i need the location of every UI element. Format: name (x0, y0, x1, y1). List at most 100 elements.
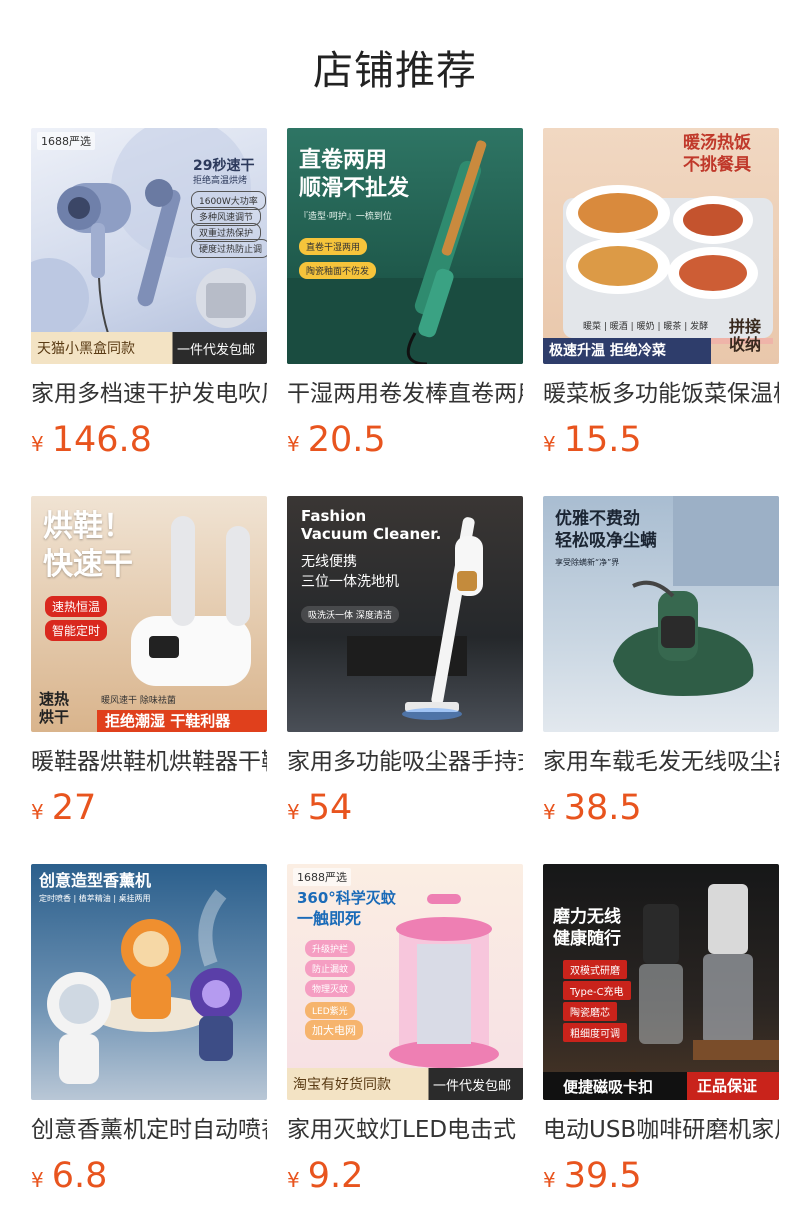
product-name[interactable]: 暖菜板多功能饭菜保温板 (543, 378, 779, 410)
product-card[interactable]: 暖汤热饭 不挑餐具 暖菜 | 暖酒 | 暖奶 | 暖茶 | 发酵 极速升温 拒绝… (543, 128, 779, 496)
currency-symbol: ¥ (543, 1168, 556, 1192)
footer-right: 一件代发包邮 (433, 1078, 512, 1094)
feature-chip: 直卷干湿两用 (299, 238, 368, 255)
feature-chip: Type-C充电 (563, 981, 631, 1000)
headline-2: Vacuum Cleaner. (301, 525, 442, 543)
feature-chip: 暖菜 (583, 322, 602, 332)
footer-right: 正品保证 (687, 1072, 779, 1100)
price-value: 146.8 (51, 420, 152, 460)
headline-2: 不挑餐具 (683, 155, 751, 175)
product-card[interactable]: 1688严选 360°科学灭蚊 一触即死 升级护栏 防止漏蚊 物理灭蚊 LED紫… (287, 864, 523, 1232)
headline: 优雅不费劲 (555, 509, 640, 529)
product-image[interactable]: Fashion Vacuum Cleaner. 无线便携 三位一体洗地机 吸洗沃… (287, 496, 523, 732)
feature-chip: 吸洗沃一体 深度清洁 (301, 606, 399, 623)
product-image[interactable]: 1688严选 29秒速干 拒绝高温烘烤 1600W大功率 多种风速调节 双重过热… (31, 128, 267, 364)
product-card[interactable]: Fashion Vacuum Cleaner. 无线便携 三位一体洗地机 吸洗沃… (287, 496, 523, 864)
footer-left: 便捷磁吸卡扣 (563, 1077, 654, 1096)
feature-chip: 暖奶 (636, 322, 655, 332)
headline-2: 顺滑不扯发 (299, 176, 410, 201)
image-footer-bar: 便捷磁吸卡扣 正品保证 (543, 1072, 779, 1100)
currency-symbol: ¥ (543, 432, 556, 456)
headline-2: 快速干 (43, 547, 133, 582)
product-grid: 1688严选 29秒速干 拒绝高温烘烤 1600W大功率 多种风速调节 双重过热… (31, 128, 779, 1232)
footer-left: 天猫小黑盒同款 (37, 341, 135, 357)
currency-symbol: ¥ (31, 1168, 44, 1192)
product-image[interactable]: 直卷两用 顺滑不扯发 『造型·呵护』一梳到位 直卷干湿两用 陶瓷釉面不伤发 (287, 128, 523, 364)
feature-chip: 速热恒温 (45, 596, 108, 617)
product-image[interactable]: 烘鞋！ 快速干 速热恒温 智能定时 速热烘干 暖风速干 除味祛菌 拒绝潮湿 干鞋… (31, 496, 267, 732)
product-name[interactable]: 电动USB咖啡研磨机家用 (543, 1114, 779, 1146)
product-name[interactable]: 干湿两用卷发棒直卷两用 (287, 378, 523, 410)
footer-left: 速热烘干 (39, 690, 70, 726)
price-value: 20.5 (307, 420, 386, 460)
product-price: ¥38.5 (543, 788, 779, 828)
footer-left: 极速升温 拒绝冷菜 (543, 338, 711, 364)
currency-symbol: ¥ (543, 800, 556, 824)
product-card[interactable]: 直卷两用 顺滑不扯发 『造型·呵护』一梳到位 直卷干湿两用 陶瓷釉面不伤发 干湿… (287, 128, 523, 496)
price-value: 15.5 (563, 420, 642, 460)
price-value: 38.5 (563, 788, 642, 828)
feature-chip: 定时喷香 (39, 894, 71, 903)
currency-symbol: ¥ (31, 432, 44, 456)
footer-right: 一件代发包邮 (177, 342, 256, 358)
product-card[interactable]: 磨力无线 健康随行 双模式研磨 Type-C充电 陶瓷磨芯 粗细度可调 便捷磁吸… (543, 864, 779, 1232)
feature-chip: 陶瓷磨芯 (563, 1002, 617, 1021)
feature-chip: 智能定时 (45, 620, 108, 641)
feature-chip: LED紫光 (305, 1002, 355, 1019)
headline-2: 一触即死 (297, 909, 362, 928)
product-name[interactable]: 暖鞋器烘鞋机烘鞋器干鞋器 (31, 746, 267, 778)
headline-2: 健康随行 (553, 929, 621, 949)
currency-symbol: ¥ (31, 800, 44, 824)
image-footer-bar: 淘宝有好货同款 一件代发包邮 (287, 1068, 523, 1100)
feature-chip: 防止漏蚊 (305, 960, 356, 977)
feature-chip: 发酵 (690, 322, 709, 332)
product-name[interactable]: 创意香薰机定时自动喷香 (31, 1114, 267, 1146)
product-card[interactable]: 烘鞋！ 快速干 速热恒温 智能定时 速热烘干 暖风速干 除味祛菌 拒绝潮湿 干鞋… (31, 496, 267, 864)
feature-chip: 物理灭蚊 (305, 980, 356, 997)
product-name[interactable]: 家用多档速干护发电吹风 (31, 378, 267, 410)
product-image[interactable]: 磨力无线 健康随行 双模式研磨 Type-C充电 陶瓷磨芯 粗细度可调 便捷磁吸… (543, 864, 779, 1100)
image-footer-bar: 天猫小黑盒同款 一件代发包邮 (31, 332, 267, 364)
feature-strip: 定时喷香 | 植萃精油 | 桌挂两用 (39, 894, 151, 903)
feature-chip: 暖酒 (609, 322, 628, 332)
headline: Fashion (301, 507, 367, 525)
subheadline-2: 三位一体洗地机 (301, 574, 399, 590)
price-value: 9.2 (307, 1156, 364, 1196)
product-name[interactable]: 家用车载毛发无线吸尘器 (543, 746, 779, 778)
headline: 烘鞋！ (43, 509, 133, 544)
product-card[interactable]: 创意造型香薰机 定时喷香 | 植萃精油 | 桌挂两用 创意香薰机定时自动喷香 ¥… (31, 864, 267, 1232)
product-price: ¥15.5 (543, 420, 779, 460)
subheadline: 『造型·呵护』一梳到位 (299, 212, 392, 222)
product-card[interactable]: 优雅不费劲 轻松吸净尘螨 享受除螨新“净”界 家用车载毛发无线吸尘器 ¥38.5 (543, 496, 779, 864)
feature-chip: 双模式研磨 (563, 960, 627, 979)
price-value: 6.8 (51, 1156, 108, 1196)
currency-symbol: ¥ (287, 432, 300, 456)
feature-chip: 植萃精油 (78, 894, 111, 903)
feature-chip: 桌挂两用 (118, 894, 151, 903)
product-price: ¥9.2 (287, 1156, 523, 1196)
headline: 直卷两用 (299, 148, 388, 173)
product-name[interactable]: 家用多功能吸尘器手持式 (287, 746, 523, 778)
price-value: 39.5 (563, 1156, 642, 1196)
price-value: 54 (307, 788, 353, 828)
product-name[interactable]: 家用灭蚊灯LED电击式 (287, 1114, 523, 1146)
product-price: ¥146.8 (31, 420, 267, 460)
footer-mid: 暖风速干 除味祛菌 (101, 696, 176, 706)
product-image[interactable]: 创意造型香薰机 定时喷香 | 植萃精油 | 桌挂两用 (31, 864, 267, 1100)
product-card[interactable]: 1688严选 29秒速干 拒绝高温烘烤 1600W大功率 多种风速调节 双重过热… (31, 128, 267, 496)
product-price: ¥54 (287, 788, 523, 828)
footer-right: 拼接收纳 (729, 317, 762, 355)
footer-left: 淘宝有好货同款 (293, 1077, 391, 1093)
product-image[interactable]: 优雅不费劲 轻松吸净尘螨 享受除螨新“净”界 (543, 496, 779, 732)
headline: 暖汤热饭 (683, 133, 751, 153)
price-value: 27 (51, 788, 97, 828)
subheadline: 无线便携 (301, 554, 357, 570)
product-price: ¥6.8 (31, 1156, 267, 1196)
feature-chip: 加大电网 (305, 1020, 363, 1040)
product-image[interactable]: 暖汤热饭 不挑餐具 暖菜 | 暖酒 | 暖奶 | 暖茶 | 发酵 极速升温 拒绝… (543, 128, 779, 364)
headline: 360°科学灭蚊 (297, 889, 396, 907)
product-image[interactable]: 1688严选 360°科学灭蚊 一触即死 升级护栏 防止漏蚊 物理灭蚊 LED紫… (287, 864, 523, 1100)
headline-2: 轻松吸净尘螨 (555, 531, 657, 551)
feature-strip: 暖菜 | 暖酒 | 暖奶 | 暖茶 | 发酵 (583, 322, 709, 332)
subheadline: 享受除螨新“净”界 (555, 558, 620, 567)
